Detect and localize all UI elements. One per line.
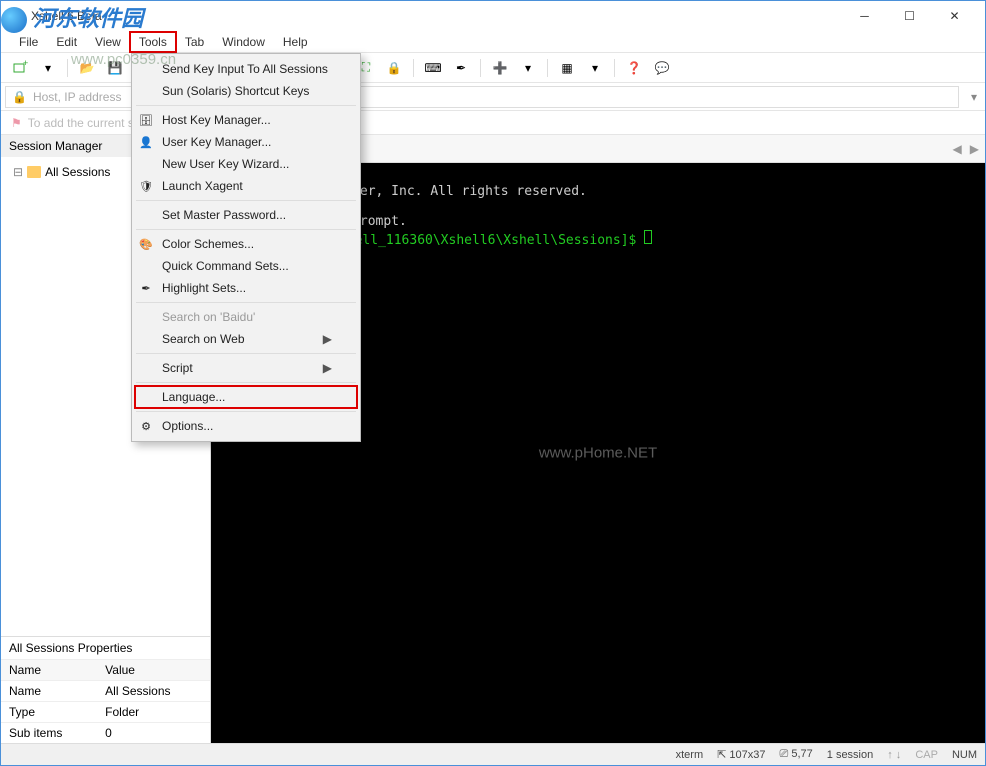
menu-separator xyxy=(136,411,356,412)
menu-item-label: Search on Web xyxy=(162,332,245,346)
menu-item-label: User Key Manager... xyxy=(162,135,271,149)
keyboard-button[interactable]: ⌨ xyxy=(422,57,444,79)
add-button[interactable]: ➕ xyxy=(489,57,511,79)
menu-item-icon: ✒ xyxy=(138,280,154,296)
menu-edit[interactable]: Edit xyxy=(48,33,85,51)
tab-next-button[interactable]: ▶ xyxy=(970,142,979,156)
menu-separator xyxy=(136,105,356,106)
status-size: ⇱ 107x37 xyxy=(717,748,765,761)
menu-item-options[interactable]: ⚙ Options... xyxy=(132,415,360,437)
menu-item-language[interactable]: Language... xyxy=(132,386,360,408)
menu-window[interactable]: Window xyxy=(214,33,273,51)
svg-text:+: + xyxy=(23,60,28,68)
highlight-button[interactable]: ✒ xyxy=(450,57,472,79)
menu-item-label: New User Key Wizard... xyxy=(162,157,289,171)
expand-icon[interactable]: ⊟ xyxy=(13,165,23,179)
menu-item-label: Script xyxy=(162,361,193,375)
menu-item-search-on-baidu: Search on 'Baidu' xyxy=(132,306,360,328)
menu-separator xyxy=(136,302,356,303)
menu-item-label: Host Key Manager... xyxy=(162,113,271,127)
menu-item-icon: 🗄 xyxy=(138,112,154,128)
dropdown-arrow-2[interactable]: ▾ xyxy=(517,57,539,79)
menu-view[interactable]: View xyxy=(87,33,129,51)
flag-icon: ⚑ xyxy=(11,116,22,130)
chat-button[interactable]: 💬 xyxy=(651,57,673,79)
submenu-arrow-icon: ▶ xyxy=(323,332,332,346)
menu-item-label: Options... xyxy=(162,419,213,433)
properties-panel: All Sessions Properties NameValue NameAl… xyxy=(1,636,210,743)
menu-item-icon: 🛡 xyxy=(138,178,154,194)
menu-item-search-on-web[interactable]: Search on Web ▶ xyxy=(132,328,360,350)
status-cap: CAP xyxy=(915,749,938,761)
status-num: NUM xyxy=(952,749,977,761)
menu-separator xyxy=(136,200,356,201)
app-icon xyxy=(9,8,25,24)
menu-item-host-key-manager[interactable]: 🗄 Host Key Manager... xyxy=(132,109,360,131)
menu-item-new-user-key-wizard[interactable]: New User Key Wizard... xyxy=(132,153,360,175)
window-title: Xshell 6 Beta xyxy=(31,9,842,23)
menu-item-label: Language... xyxy=(162,390,225,404)
menu-item-icon: 👤 xyxy=(138,134,154,150)
menu-item-label: Search on 'Baidu' xyxy=(162,310,255,324)
menu-item-icon: ⚙ xyxy=(138,418,154,434)
props-hdr-value: Value xyxy=(97,660,210,681)
menu-item-launch-xagent[interactable]: 🛡 Launch Xagent xyxy=(132,175,360,197)
menu-file[interactable]: File xyxy=(11,33,46,51)
tools-dropdown: Send Key Input To All Sessions Sun (Solar… xyxy=(131,53,361,442)
menu-separator xyxy=(136,229,356,230)
menu-item-script[interactable]: Script ▶ xyxy=(132,357,360,379)
menu-tab[interactable]: Tab xyxy=(177,33,212,51)
menu-item-label: Sun (Solaris) Shortcut Keys xyxy=(162,84,309,98)
menu-item-color-schemes[interactable]: 🎨 Color Schemes... xyxy=(132,233,360,255)
menu-help[interactable]: Help xyxy=(275,33,316,51)
menu-item-label: Color Schemes... xyxy=(162,237,254,251)
lock-icon: 🔒 xyxy=(12,90,27,104)
menu-item-label: Highlight Sets... xyxy=(162,281,246,295)
submenu-arrow-icon: ▶ xyxy=(323,361,332,375)
lock-button[interactable]: 🔒 xyxy=(383,57,405,79)
statusbar: xterm ⇱ 107x37 ⎚ 5,77 1 session ↑ ↓ CAP … xyxy=(1,743,985,765)
menu-item-icon: 🎨 xyxy=(138,236,154,252)
dropdown-arrow-3[interactable]: ▾ xyxy=(584,57,606,79)
open-button[interactable]: 📂 xyxy=(76,57,98,79)
close-button[interactable]: ✕ xyxy=(932,1,977,31)
menu-separator xyxy=(136,353,356,354)
menu-separator xyxy=(136,382,356,383)
save-button[interactable]: 💾 xyxy=(104,57,126,79)
minimize-button[interactable]: ─ xyxy=(842,1,887,31)
tree-root-label: All Sessions xyxy=(45,165,110,179)
tab-prev-button[interactable]: ◀ xyxy=(953,142,962,156)
new-session-button[interactable]: + xyxy=(9,57,31,79)
props-row: Sub items0 xyxy=(1,723,210,744)
status-session: 1 session xyxy=(827,749,873,761)
status-updown: ↑ ↓ xyxy=(887,749,901,761)
menu-item-user-key-manager[interactable]: 👤 User Key Manager... xyxy=(132,131,360,153)
menu-item-set-master-password[interactable]: Set Master Password... xyxy=(132,204,360,226)
menu-item-sun-solaris-shortcut-keys[interactable]: Sun (Solaris) Shortcut Keys xyxy=(132,80,360,102)
address-placeholder: Host, IP address xyxy=(33,90,122,104)
menu-item-quick-command-sets[interactable]: Quick Command Sets... xyxy=(132,255,360,277)
props-hdr-name: Name xyxy=(1,660,97,681)
props-row: TypeFolder xyxy=(1,702,210,723)
menubar: File Edit View Tools Tab Window Help xyxy=(1,31,985,53)
props-row: NameAll Sessions xyxy=(1,681,210,702)
menu-tools[interactable]: Tools xyxy=(131,33,175,51)
properties-title: All Sessions Properties xyxy=(1,637,210,659)
maximize-button[interactable]: ☐ xyxy=(887,1,932,31)
address-dropdown[interactable]: ▾ xyxy=(963,86,985,108)
help-button[interactable]: ❓ xyxy=(623,57,645,79)
menu-item-send-key-input-to-all-sessions[interactable]: Send Key Input To All Sessions xyxy=(132,58,360,80)
menu-item-label: Quick Command Sets... xyxy=(162,259,289,273)
menu-item-highlight-sets[interactable]: ✒ Highlight Sets... xyxy=(132,277,360,299)
status-pos: ⎚ 5,77 xyxy=(779,748,812,761)
menu-item-label: Launch Xagent xyxy=(162,179,243,193)
terminal-watermark: www.pHome.NET xyxy=(539,445,657,462)
folder-icon xyxy=(27,166,41,178)
dropdown-arrow[interactable]: ▾ xyxy=(37,57,59,79)
menu-item-label: Set Master Password... xyxy=(162,208,286,222)
titlebar: Xshell 6 Beta ─ ☐ ✕ xyxy=(1,1,985,31)
menu-item-label: Send Key Input To All Sessions xyxy=(162,62,328,76)
layout-button[interactable]: ▦ xyxy=(556,57,578,79)
status-term: xterm xyxy=(676,749,704,761)
